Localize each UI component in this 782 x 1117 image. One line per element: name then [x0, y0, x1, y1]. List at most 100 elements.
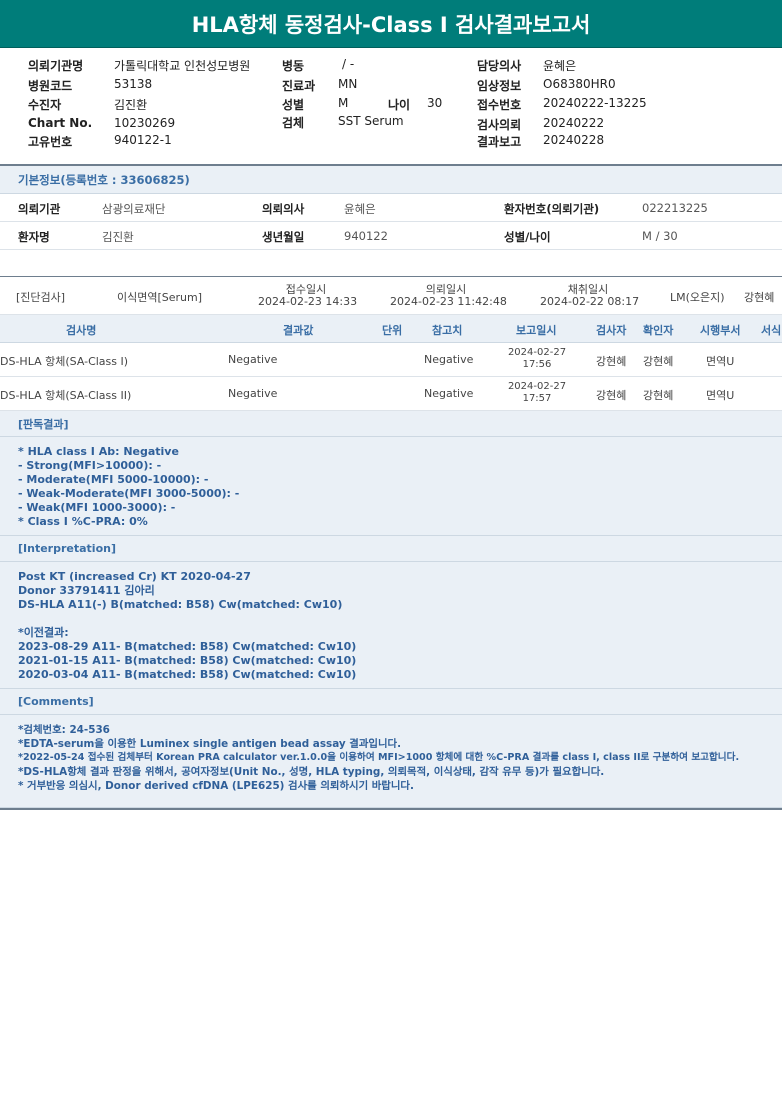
comment-line: *검체번호: 24-536 [18, 724, 110, 736]
interpretation-line: 2023-08-29 A11- B(matched: B58) Cw(match… [18, 640, 357, 653]
chart-no-label: Chart No. [28, 116, 93, 130]
row-department: 면역U [706, 355, 735, 368]
col-form: 서식 [761, 324, 782, 337]
col-test-name: 검사명 [66, 324, 97, 337]
sex-age-label: 성별/나이 [504, 230, 551, 244]
patient-name-label: 환자명 [18, 230, 50, 244]
row-report-date: 2024-02-27 [507, 381, 567, 392]
col-tester: 검사자 [596, 324, 627, 337]
row-reference: Negative [424, 353, 474, 366]
receipt-no-label: 접수번호 [477, 98, 522, 112]
collect-time-value: 2024-02-22 08:17 [540, 295, 640, 308]
table-row: DS-HLA 항체(SA-Class I) Negative Negative … [0, 343, 782, 377]
result-notes-panel: [판독결과] * HLA class I Ab: Negative - Stro… [0, 411, 782, 810]
report-title: HLA항체 동정검사-Class I 검사결과보고서 [0, 0, 782, 48]
hospital-code-label: 병원코드 [28, 79, 73, 93]
age-value: 30 [427, 96, 443, 110]
row-reference: Negative [424, 387, 474, 400]
birth-date-label: 생년월일 [262, 230, 305, 244]
comment-line: * 거부반응 의심시, Donor derived cfDNA (LPE625)… [18, 780, 414, 792]
comment-line: *2022-05-24 접수된 검체부터 Korean PRA calculat… [18, 752, 740, 763]
sex-value: M [338, 96, 349, 110]
row-tester: 강현혜 [596, 355, 627, 368]
col-report-time: 보고일시 [516, 324, 557, 337]
interpretation-title: [Interpretation] [0, 536, 782, 562]
unique-no-label: 고유번호 [28, 135, 73, 149]
row-report-time: 17:57 [522, 393, 552, 404]
age-label: 나이 [388, 98, 411, 112]
judgment-line: - Weak(MFI 1000-3000): - [18, 501, 176, 514]
institution-label: 의뢰기관명 [28, 59, 84, 73]
clinical-info-value: O68380HR0 [543, 77, 616, 91]
ward-value: / - [342, 57, 355, 71]
judgment-line: - Moderate(MFI 5000-10000): - [18, 473, 209, 486]
interpretation-line: DS-HLA A11(-) B(matched: B58) Cw(matched… [18, 598, 343, 611]
specimen-value: SST Serum [338, 114, 404, 128]
interpretation-line: Post KT (increased Cr) KT 2020-04-27 [18, 570, 251, 583]
test-group-name: 이식면역[Serum] [117, 291, 203, 304]
birth-date-value: 940122 [344, 229, 388, 243]
requesting-institution-value: 삼광의료재단 [102, 202, 166, 216]
department-value: MN [338, 77, 358, 91]
interpretation-line: *이전결과: [18, 626, 69, 639]
basic-info-row-2: 환자명 김진환 생년월일 940122 성별/나이 M / 30 [0, 222, 782, 250]
doctor-label: 담당의사 [477, 59, 522, 73]
patient-number-label: 환자번호(의뢰기관) [504, 202, 600, 216]
request-time-value: 2024-02-23 11:42:48 [390, 295, 507, 308]
chart-no-value: 10230269 [114, 116, 176, 130]
report-header: 의뢰기관명 가톨릭대학교 인천성모병원 병원코드 53138 수진자 김진환 C… [0, 48, 782, 164]
requesting-doctor-label: 의뢰의사 [262, 202, 305, 216]
col-confirmer: 확인자 [643, 324, 674, 337]
comments-title: [Comments] [0, 689, 782, 715]
doctor-value: 윤혜은 [543, 59, 577, 73]
judgment-line: * HLA class I Ab: Negative [18, 445, 179, 458]
section-divider [0, 250, 782, 277]
row-tester: 강현혜 [596, 389, 627, 402]
row-confirmer: 강현혜 [643, 355, 674, 368]
interpretation-body: Post KT (increased Cr) KT 2020-04-27 Don… [0, 562, 782, 689]
sex-label: 성별 [282, 98, 305, 112]
request-date-label: 검사의뢰 [477, 118, 522, 132]
receiver-value: 김진환 [114, 98, 148, 112]
col-result: 결과값 [283, 324, 314, 337]
specimen-label: 검체 [282, 116, 305, 130]
receipt-time-value: 2024-02-23 14:33 [258, 295, 358, 308]
test-category: [진단검사] [16, 291, 66, 304]
summary-tester: 강현혜 [744, 291, 775, 304]
comment-line: *DS-HLA항체 결과 판정을 위해서, 공여자정보(Unit No., 성명… [18, 766, 605, 778]
row-test-name: DS-HLA 항체(SA-Class II) [0, 389, 132, 402]
basic-info-row-1: 의뢰기관 삼광의료재단 의뢰의사 윤혜은 환자번호(의뢰기관) 02221322… [0, 194, 782, 222]
sex-age-value: M / 30 [642, 229, 678, 243]
institution-value: 가톨릭대학교 인천성모병원 [114, 59, 251, 73]
clinical-info-label: 임상정보 [477, 79, 522, 93]
unique-no-value: 940122-1 [114, 133, 172, 147]
judgment-line: - Strong(MFI>10000): - [18, 459, 162, 472]
patient-number-value: 022213225 [642, 201, 708, 215]
lm-name: LM(오은지) [670, 291, 725, 304]
comment-line: *EDTA-serum을 이용한 Luminex single antigen … [18, 738, 402, 750]
judgment-line: * Class I %C-PRA: 0% [18, 515, 148, 528]
row-report-time: 17:56 [522, 359, 552, 370]
results-table-header: 검사명 결과값 단위 참고치 보고일시 검사자 확인자 시행부서 서식 [0, 315, 782, 343]
judgment-line: - Weak-Moderate(MFI 3000-5000): - [18, 487, 240, 500]
row-result: Negative [228, 387, 278, 400]
col-reference: 참고치 [432, 324, 463, 337]
ward-label: 병동 [282, 59, 305, 73]
col-unit: 단위 [382, 324, 403, 337]
requesting-doctor-value: 윤혜은 [344, 202, 376, 216]
request-date-value: 20240222 [543, 116, 605, 130]
col-department: 시행부서 [700, 324, 741, 337]
row-department: 면역U [706, 389, 735, 402]
requesting-institution-label: 의뢰기관 [18, 202, 61, 216]
receiver-label: 수진자 [28, 98, 62, 112]
judgment-body: * HLA class I Ab: Negative - Strong(MFI>… [0, 437, 782, 536]
report-date-value: 20240228 [543, 133, 605, 147]
interpretation-line: 2020-03-04 A11- B(matched: B58) Cw(match… [18, 668, 357, 681]
interpretation-blank-line [18, 612, 764, 626]
row-result: Negative [228, 353, 278, 366]
basic-info-title: 기본정보(등록번호 : 33606825) [0, 166, 782, 194]
row-test-name: DS-HLA 항체(SA-Class I) [0, 355, 129, 368]
department-label: 진료과 [282, 79, 316, 93]
interpretation-line: 2021-01-15 A11- B(matched: B58) Cw(match… [18, 654, 357, 667]
test-summary-row: [진단검사] 이식면역[Serum] 접수일시 2024-02-23 14:33… [0, 277, 782, 315]
